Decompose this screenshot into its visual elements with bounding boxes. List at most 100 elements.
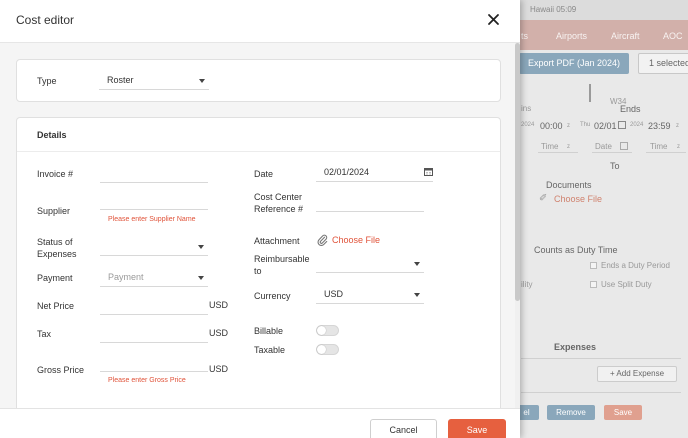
invoice-input[interactable] xyxy=(100,165,208,183)
attachment-label: Attachment xyxy=(254,236,300,246)
date-value: 02/01/2024 xyxy=(324,167,370,177)
details-card: Details Invoice # Supplier Please enter … xyxy=(16,117,501,412)
ends-label: Ends xyxy=(620,104,641,114)
supplier-input[interactable] xyxy=(100,192,208,210)
taxable-label: Taxable xyxy=(254,345,286,355)
close-icon xyxy=(488,14,499,25)
nav-item-airports[interactable]: Airports xyxy=(556,31,587,41)
payment-label: Payment xyxy=(37,273,73,283)
date-input[interactable]: Date xyxy=(595,142,612,151)
time-input-2[interactable]: Time xyxy=(650,142,667,151)
modal-header: Cost editor xyxy=(0,0,520,43)
chevron-down-icon xyxy=(198,276,204,280)
status-label-line2: Expenses xyxy=(37,249,77,259)
tax-input[interactable] xyxy=(100,325,208,343)
begins-label: ins xyxy=(521,104,532,113)
reimbursable-label-line1: Reimbursable xyxy=(254,254,310,264)
taxable-toggle[interactable] xyxy=(316,344,339,355)
duty-time-label: Counts as Duty Time xyxy=(534,245,618,255)
type-label: Type xyxy=(37,76,57,86)
cost-editor-modal: Cost editor Type Roster Details Invoice … xyxy=(0,0,520,438)
divider xyxy=(592,152,632,153)
calendar-icon[interactable] xyxy=(618,121,626,129)
save-button[interactable]: Save xyxy=(448,419,506,438)
tax-unit: USD xyxy=(209,328,229,338)
nav-item-ts[interactable]: ts xyxy=(521,31,528,41)
currency-select[interactable]: USD xyxy=(316,286,424,304)
date-label: Date xyxy=(254,169,274,179)
weekday: Thu xyxy=(580,122,591,128)
modal-scrollbar[interactable] xyxy=(515,43,520,408)
reimbursable-label-line2: to xyxy=(254,266,262,276)
gross-price-error: Please enter Gross Price xyxy=(108,377,186,384)
billable-toggle[interactable] xyxy=(316,325,339,336)
calendar-icon[interactable] xyxy=(424,167,433,176)
split-duty-label: Use Split Duty xyxy=(601,280,652,289)
payment-placeholder: Payment xyxy=(108,272,144,282)
net-price-input[interactable] xyxy=(100,297,208,315)
divider xyxy=(521,358,681,359)
billable-label: Billable xyxy=(254,326,284,336)
end-time[interactable]: 23:59 xyxy=(648,121,671,131)
start-time[interactable]: 00:00 xyxy=(540,121,563,131)
details-header: Details xyxy=(17,118,500,152)
expenses-heading: Expenses xyxy=(554,342,597,352)
cancel-button[interactable]: Cancel xyxy=(370,419,437,438)
end-year: 2024 xyxy=(630,122,644,128)
ends-duty-checkbox[interactable] xyxy=(590,262,597,269)
add-expense-button[interactable]: + Add Expense xyxy=(597,366,677,382)
to-label: To xyxy=(610,161,620,171)
ends-duty-label: Ends a Duty Period xyxy=(601,261,670,270)
chevron-down-icon xyxy=(414,293,420,297)
end-date[interactable]: 02/01 xyxy=(594,121,617,131)
status-label-line1: Status of xyxy=(37,237,73,247)
availability-label: ility xyxy=(521,280,533,289)
modal-footer: Cancel Save xyxy=(0,408,520,438)
cost-center-input[interactable] xyxy=(316,194,424,212)
zone-4: z xyxy=(677,144,680,150)
remove-button[interactable]: Remove xyxy=(547,405,595,420)
scrollbar-thumb[interactable] xyxy=(515,43,520,301)
cost-center-label-line1: Cost Center xyxy=(254,192,303,202)
documents-label: Documents xyxy=(546,180,592,190)
chevron-down-icon xyxy=(414,262,420,266)
net-price-label: Net Price xyxy=(37,301,75,311)
supplier-label: Supplier xyxy=(37,206,71,216)
paperclip-icon: ✐ xyxy=(539,193,548,204)
background-clock: Hawaii 05:09 xyxy=(530,5,577,14)
type-value: Roster xyxy=(107,75,134,85)
gross-price-label: Gross Price xyxy=(37,365,85,375)
nav-item-aoc[interactable]: AOC xyxy=(663,31,683,41)
start-year: 2024 xyxy=(521,122,535,128)
chevron-down-icon xyxy=(198,245,204,249)
nav-item-aircraft[interactable]: Aircraft xyxy=(611,31,640,41)
details-title: Details xyxy=(37,130,67,140)
net-price-unit: USD xyxy=(209,300,229,310)
time-input-1[interactable]: Time xyxy=(541,142,558,151)
zone-1: z xyxy=(567,123,570,129)
tax-label: Tax xyxy=(37,329,52,339)
type-select[interactable]: Roster xyxy=(99,72,209,90)
reimbursable-select[interactable] xyxy=(316,255,424,273)
split-duty-checkbox[interactable] xyxy=(590,281,597,288)
close-button[interactable] xyxy=(485,11,502,28)
currency-label: Currency xyxy=(254,291,291,301)
zone-2: z xyxy=(676,123,679,129)
chevron-down-icon xyxy=(199,79,205,83)
choose-file-link[interactable]: Choose File xyxy=(332,235,380,245)
payment-select[interactable]: Payment xyxy=(100,269,208,287)
selected-dropdown[interactable]: 1 selected xyxy=(638,53,688,74)
divider xyxy=(521,392,681,393)
divider xyxy=(646,152,686,153)
modal-title: Cost editor xyxy=(16,13,75,27)
choose-file-link[interactable]: Choose File xyxy=(554,194,602,204)
calendar-icon[interactable] xyxy=(620,142,628,150)
paperclip-icon[interactable] xyxy=(317,234,328,246)
divider xyxy=(538,152,578,153)
save-button[interactable]: Save xyxy=(604,405,642,420)
export-pdf-button[interactable]: Export PDF (Jan 2024) xyxy=(519,53,629,74)
status-select[interactable] xyxy=(100,238,208,256)
date-input[interactable]: 02/01/2024 xyxy=(316,164,433,182)
timeline-marker xyxy=(589,84,591,102)
gross-price-input[interactable] xyxy=(100,354,208,372)
